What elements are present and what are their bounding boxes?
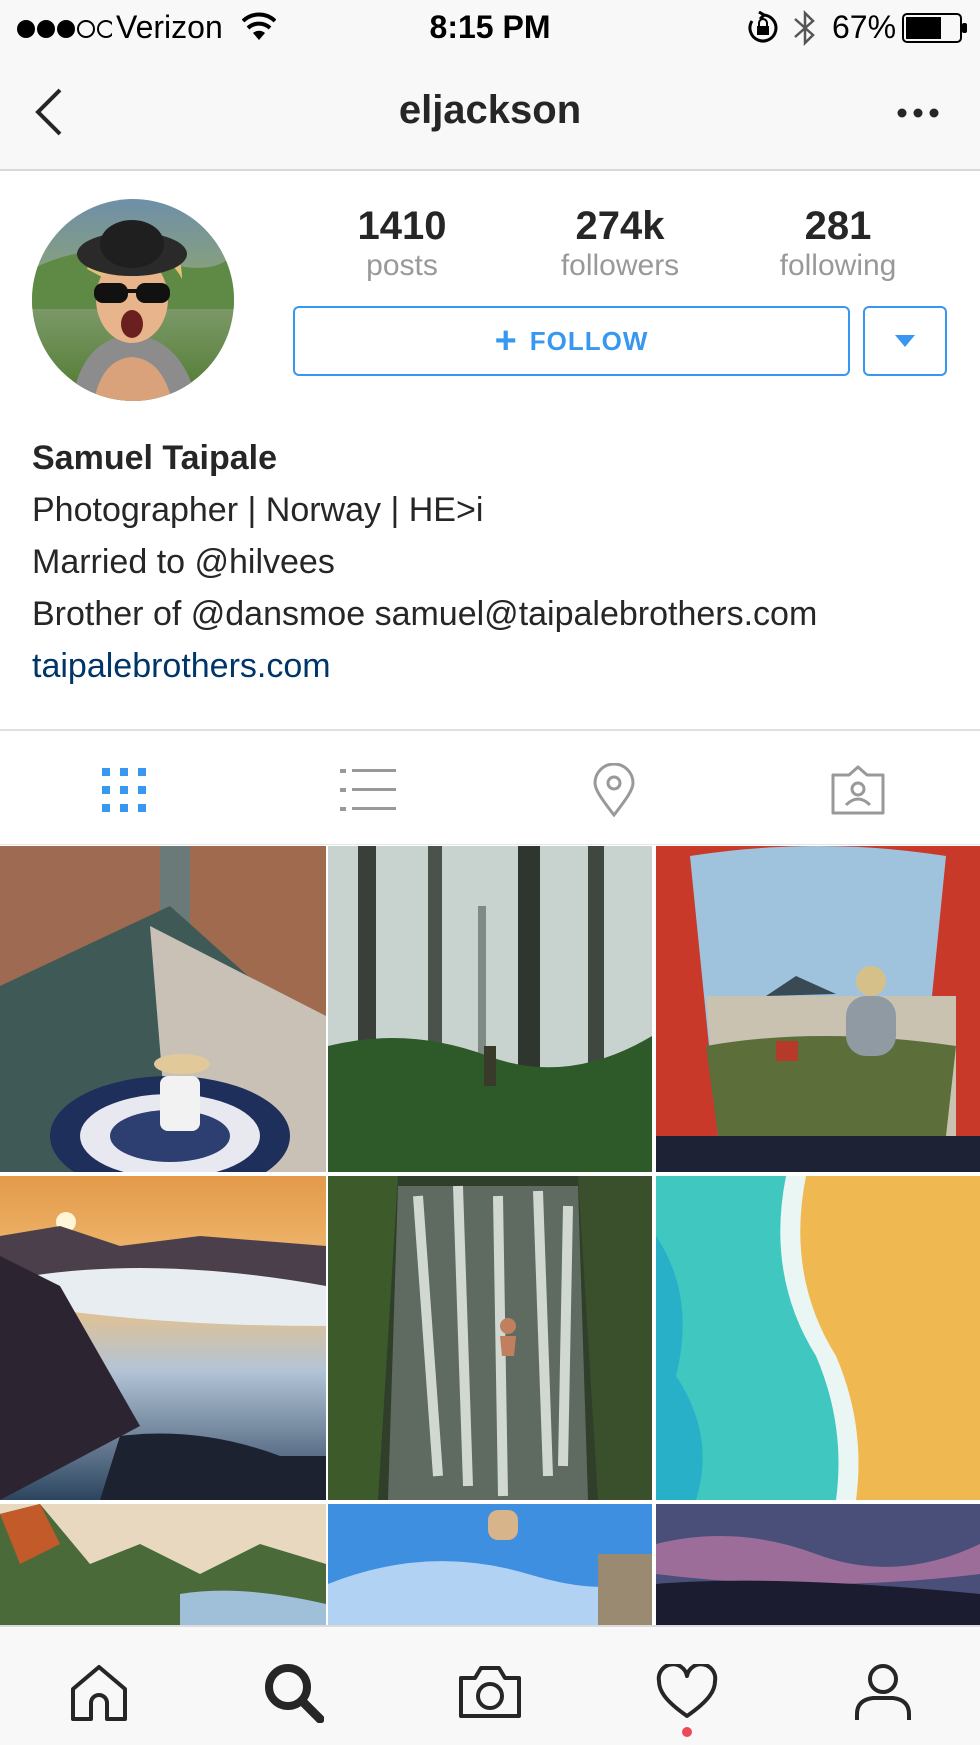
search-tab[interactable]	[258, 1657, 328, 1727]
list-icon	[340, 769, 396, 811]
tagged-photos-tab[interactable]	[828, 762, 888, 818]
navigation-bar: eljackson	[0, 56, 980, 171]
follow-button-label: FOLLOW	[529, 325, 649, 356]
location-pin-icon	[593, 763, 635, 817]
profile-username-title: eljackson	[398, 88, 582, 132]
bottom-tab-bar	[0, 1625, 980, 1745]
posts-count-label: posts	[366, 249, 438, 282]
bio-line: Married to @hilvees	[32, 543, 335, 581]
divider	[0, 844, 980, 845]
profile-full-name: Samuel Taipale	[32, 439, 278, 477]
photo-thumbnail[interactable]	[656, 1176, 980, 1500]
followers-count-label: followers	[560, 249, 680, 282]
camera-tab[interactable]	[455, 1657, 525, 1727]
notification-dot	[682, 1727, 692, 1737]
search-icon	[265, 1664, 324, 1723]
camera-icon	[459, 1666, 521, 1718]
photo-thumbnail[interactable]	[656, 846, 980, 1172]
activity-tab[interactable]	[652, 1657, 722, 1727]
user-icon	[855, 1664, 911, 1720]
following-count-value: 281	[804, 204, 872, 248]
battery-icon	[902, 13, 968, 43]
list-view-tab[interactable]	[338, 762, 398, 818]
map-view-tab[interactable]	[584, 762, 644, 818]
tagged-person-icon	[831, 765, 885, 815]
bio-line: Photographer | Norway | HE>i	[32, 491, 484, 529]
posts-count-value: 1410	[357, 204, 447, 248]
profile-avatar[interactable]	[32, 199, 234, 401]
home-icon	[71, 1665, 127, 1721]
following-count-label: following	[779, 249, 897, 282]
status-bar: Verizon 8:15 PM 67%	[0, 0, 980, 56]
photo-thumbnail[interactable]	[328, 1176, 652, 1500]
divider	[0, 729, 980, 731]
profile-tab[interactable]	[848, 1657, 918, 1727]
plus-icon: +	[494, 320, 518, 362]
more-options-button[interactable]	[896, 100, 940, 126]
photo-thumbnail[interactable]	[0, 1504, 326, 1625]
home-tab[interactable]	[64, 1657, 134, 1727]
follow-button[interactable]: + FOLLOW	[293, 306, 850, 376]
posts-count[interactable]: 1410 posts	[302, 204, 502, 284]
bio-line: Brother of @dansmoe samuel@taipalebrothe…	[32, 595, 818, 633]
photo-thumbnail[interactable]	[328, 846, 652, 1172]
following-count[interactable]: 281 following	[738, 204, 938, 284]
photo-thumbnail[interactable]	[0, 846, 326, 1172]
caret-down-icon	[895, 335, 915, 347]
profile-website-link[interactable]: taipalebrothers.com	[32, 646, 962, 686]
followers-count[interactable]: 274k followers	[520, 204, 720, 284]
heart-icon	[656, 1664, 718, 1718]
grid-icon	[102, 768, 146, 812]
grid-view-tab[interactable]	[94, 762, 154, 818]
rotation-lock-icon	[746, 10, 780, 45]
followers-count-value: 274k	[575, 204, 665, 248]
more-horizontal-icon	[897, 108, 939, 118]
battery-percent: 67%	[832, 9, 897, 45]
photo-thumbnail[interactable]	[656, 1504, 980, 1625]
photo-thumbnail[interactable]	[328, 1504, 652, 1625]
bluetooth-icon	[792, 9, 818, 47]
photo-thumbnail[interactable]	[0, 1176, 326, 1500]
suggested-users-dropdown-button[interactable]	[863, 306, 947, 376]
